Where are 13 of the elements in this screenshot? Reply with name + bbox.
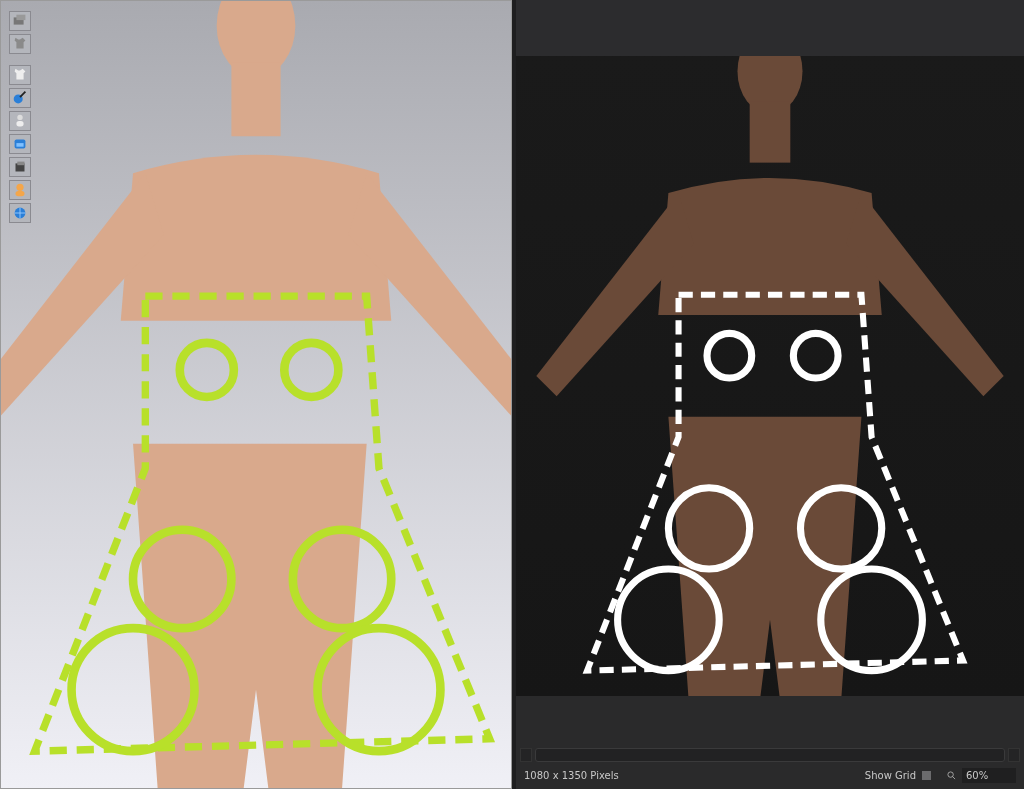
horizontal-scrollbar[interactable] bbox=[520, 748, 1020, 762]
tool-button[interactable] bbox=[9, 65, 31, 85]
tool-button[interactable] bbox=[9, 203, 31, 223]
tool-button[interactable] bbox=[9, 11, 31, 31]
tool-button[interactable] bbox=[9, 134, 31, 154]
show-grid-label: Show Grid bbox=[864, 770, 916, 781]
image-size: 1080 x 1350 Pixels bbox=[524, 770, 619, 781]
zoom-field[interactable]: 60% bbox=[962, 768, 1016, 783]
tool-button[interactable] bbox=[9, 157, 31, 177]
tool-button[interactable] bbox=[9, 88, 31, 108]
tool-button[interactable] bbox=[9, 111, 31, 131]
show-grid-checkbox[interactable] bbox=[922, 771, 931, 780]
search-icon bbox=[947, 771, 956, 780]
